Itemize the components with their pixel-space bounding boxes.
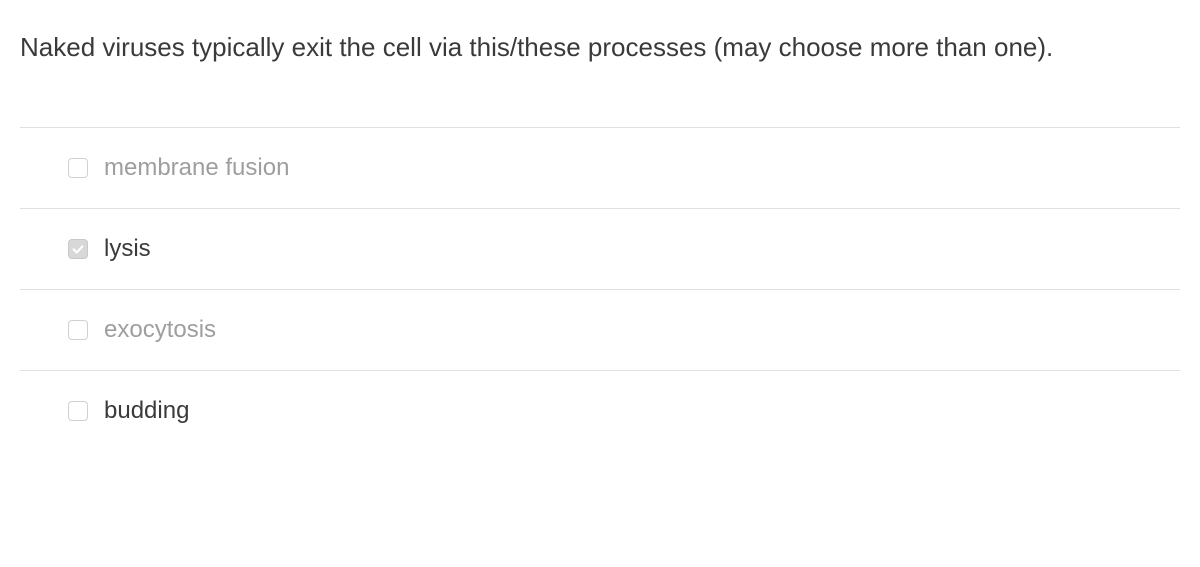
options-list: membrane fusion lysis exocytosis budding [20, 127, 1180, 451]
checkbox-budding[interactable] [68, 401, 88, 421]
option-row[interactable]: budding [20, 371, 1180, 451]
checkbox-exocytosis[interactable] [68, 320, 88, 340]
check-icon [71, 242, 85, 256]
checkbox-membrane-fusion[interactable] [68, 158, 88, 178]
option-row[interactable]: lysis [20, 209, 1180, 290]
option-label: lysis [104, 235, 151, 263]
option-label: exocytosis [104, 316, 216, 344]
question-text: Naked viruses typically exit the cell vi… [20, 28, 1180, 67]
option-row[interactable]: membrane fusion [20, 128, 1180, 209]
option-label: membrane fusion [104, 154, 289, 182]
checkbox-lysis[interactable] [68, 239, 88, 259]
option-label: budding [104, 397, 189, 425]
option-row[interactable]: exocytosis [20, 290, 1180, 371]
